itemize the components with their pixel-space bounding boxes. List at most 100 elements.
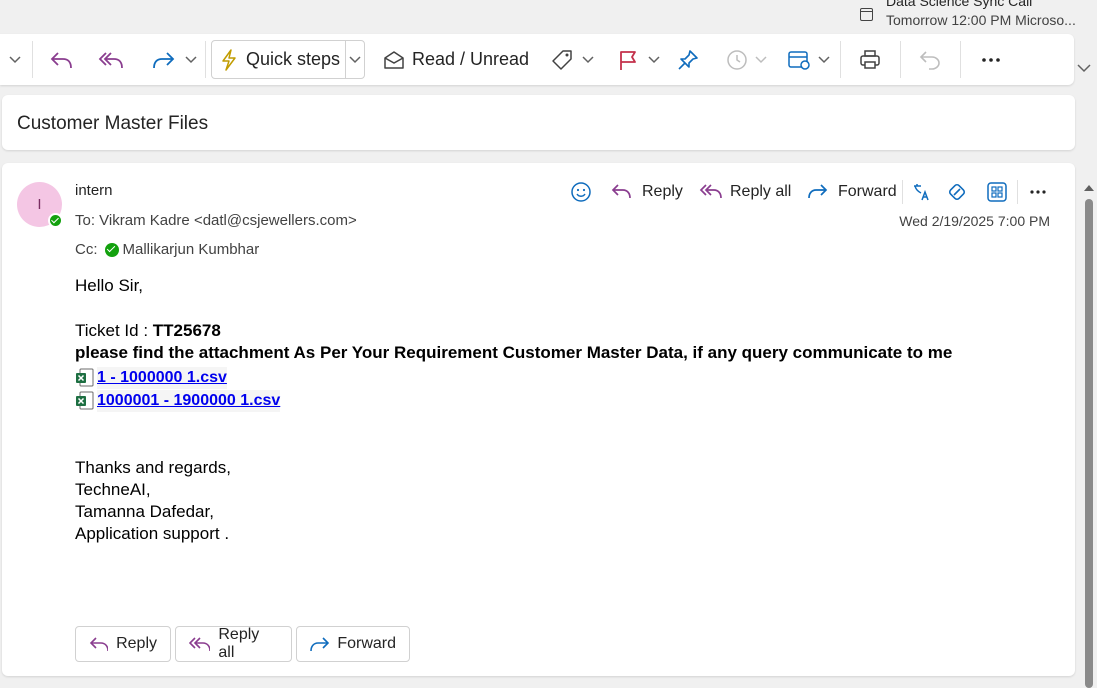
message-date: Wed 2/19/2025 7:00 PM bbox=[899, 213, 1050, 229]
header-reply-button[interactable]: Reply bbox=[610, 179, 683, 205]
signoff-line: Tamanna Dafedar, bbox=[75, 502, 214, 521]
reply-icon bbox=[50, 51, 72, 68]
message-body: Hello Sir, Ticket Id : TT25678 please fi… bbox=[75, 275, 952, 545]
undo-button[interactable] bbox=[919, 34, 941, 85]
reply-icon bbox=[611, 184, 631, 199]
envelope-open-icon bbox=[384, 50, 404, 69]
attachment-link-label[interactable]: 1000001 - 1900000 1.csv bbox=[97, 389, 281, 412]
apps-button[interactable] bbox=[986, 179, 1008, 205]
categorize-button[interactable] bbox=[551, 34, 594, 85]
read-unread-button[interactable]: Read / Unread bbox=[383, 34, 529, 85]
pin-button[interactable] bbox=[677, 34, 699, 85]
message-more-button[interactable] bbox=[1029, 179, 1047, 205]
forward-icon bbox=[153, 51, 175, 68]
undo-icon bbox=[919, 50, 940, 70]
more-icon bbox=[1030, 190, 1046, 194]
clock-icon bbox=[727, 49, 747, 70]
more-icon bbox=[982, 57, 1000, 62]
forward-icon bbox=[310, 637, 330, 652]
ribbon-toolbar: Quick steps Read / Unread bbox=[0, 34, 1074, 85]
snooze-button[interactable] bbox=[726, 34, 767, 85]
more-options-button[interactable] bbox=[981, 34, 1001, 85]
reply-icon bbox=[89, 637, 109, 652]
reply-all-button[interactable]: Reply all bbox=[175, 626, 292, 662]
smiley-icon bbox=[571, 182, 591, 202]
calendar-icon bbox=[860, 8, 873, 21]
greeting: Hello Sir, bbox=[75, 276, 144, 295]
recipient-cc: Cc: Mallikarjun Kumbhar bbox=[75, 241, 259, 258]
ribbon-reply-button[interactable] bbox=[49, 34, 73, 85]
signoff-line: Thanks and regards, bbox=[75, 458, 231, 477]
attachment-link-1[interactable]: 1 - 1000000 1.csv bbox=[75, 366, 952, 389]
reading-pane-scrollbar[interactable] bbox=[1082, 163, 1097, 688]
forward-button[interactable]: Forward bbox=[296, 626, 410, 662]
quick-steps-button[interactable]: Quick steps bbox=[211, 40, 365, 79]
ticket-id: TT25678 bbox=[152, 321, 221, 340]
cc-label: Cc: bbox=[75, 241, 98, 258]
header-forward-label: Forward bbox=[838, 183, 897, 200]
scroll-up-arrow-icon[interactable] bbox=[1084, 185, 1094, 191]
forward-label: Forward bbox=[337, 635, 396, 652]
read-unread-label: Read / Unread bbox=[412, 49, 530, 69]
reply-button[interactable]: Reply bbox=[75, 626, 171, 662]
ribbon-forward-button[interactable] bbox=[152, 34, 197, 85]
tag-icon bbox=[552, 49, 572, 70]
chevron-down-icon bbox=[755, 55, 767, 63]
excel-file-icon bbox=[76, 391, 94, 410]
header-reply-all-label: Reply all bbox=[730, 183, 792, 200]
chevron-down-icon bbox=[818, 55, 830, 63]
translate-icon bbox=[914, 184, 929, 201]
subject-title: Customer Master Files bbox=[17, 113, 209, 134]
cc-recipient-name[interactable]: Mallikarjun Kumbhar bbox=[123, 241, 260, 258]
chevron-down-icon bbox=[1077, 64, 1091, 73]
printer-icon bbox=[860, 49, 880, 69]
signoff-line: TechneAI, bbox=[75, 480, 151, 499]
chevron-down-icon bbox=[185, 55, 197, 63]
emoji-react-button[interactable] bbox=[570, 179, 592, 205]
upcoming-event-reminder[interactable]: Data Science Sync Call Tomorrow 12:00 PM… bbox=[858, 0, 1097, 32]
ticket-label: Ticket Id : bbox=[75, 321, 153, 340]
presence-available-icon bbox=[48, 213, 63, 228]
message-subject-bar: Customer Master Files bbox=[2, 95, 1075, 150]
reply-all-icon bbox=[699, 184, 722, 199]
ribbon-reply-all-button[interactable] bbox=[98, 34, 124, 85]
ribbon-overflow-chevron[interactable] bbox=[9, 34, 21, 85]
scrollbar-thumb[interactable] bbox=[1085, 199, 1093, 688]
expand-ribbon-button[interactable] bbox=[1077, 62, 1091, 76]
chevron-down-icon bbox=[648, 55, 660, 63]
flag-button[interactable] bbox=[618, 34, 660, 85]
chevron-down-icon bbox=[9, 55, 21, 63]
rules-button[interactable] bbox=[787, 34, 830, 85]
header-reply-all-button[interactable]: Reply all bbox=[699, 179, 791, 205]
sender-name[interactable]: intern bbox=[75, 182, 113, 199]
header-reply-label: Reply bbox=[642, 183, 683, 200]
translate-button[interactable] bbox=[911, 179, 931, 205]
forward-icon bbox=[808, 184, 828, 199]
reply-label: Reply bbox=[116, 635, 157, 652]
attachment-link-label[interactable]: 1 - 1000000 1.csv bbox=[97, 366, 227, 389]
excel-file-icon bbox=[76, 368, 94, 387]
ticket-line: Ticket Id : TT25678 bbox=[75, 320, 952, 342]
attachment-link-2[interactable]: 1000001 - 1900000 1.csv bbox=[75, 389, 952, 412]
lightning-icon bbox=[222, 48, 236, 71]
chevron-down-icon bbox=[582, 55, 594, 63]
reminder-title: Data Science Sync Call bbox=[886, 0, 1033, 9]
header-forward-button[interactable]: Forward bbox=[807, 179, 897, 205]
reply-all-icon bbox=[98, 51, 123, 68]
print-button[interactable] bbox=[859, 34, 881, 85]
instruction-text: please find the attachment As Per Your R… bbox=[75, 343, 953, 362]
presence-available-icon bbox=[104, 242, 119, 257]
chevron-down-icon bbox=[349, 55, 361, 63]
loop-icon bbox=[948, 183, 966, 201]
quick-steps-label: Quick steps bbox=[246, 49, 341, 69]
quick-steps-dropdown[interactable] bbox=[349, 34, 361, 85]
reply-all-label: Reply all bbox=[218, 626, 260, 661]
loop-component-button[interactable] bbox=[946, 179, 968, 205]
reply-all-icon bbox=[189, 637, 211, 652]
recipient-to[interactable]: To: Vikram Kadre <datl@csjewellers.com> bbox=[75, 212, 357, 229]
flag-icon bbox=[620, 50, 636, 70]
rules-icon bbox=[788, 50, 810, 70]
message-card: I intern To: Vikram Kadre <datl@csjewell… bbox=[2, 163, 1075, 676]
pin-icon bbox=[678, 49, 698, 70]
reminder-subtitle: Tomorrow 12:00 PM Microso... bbox=[886, 12, 1076, 28]
